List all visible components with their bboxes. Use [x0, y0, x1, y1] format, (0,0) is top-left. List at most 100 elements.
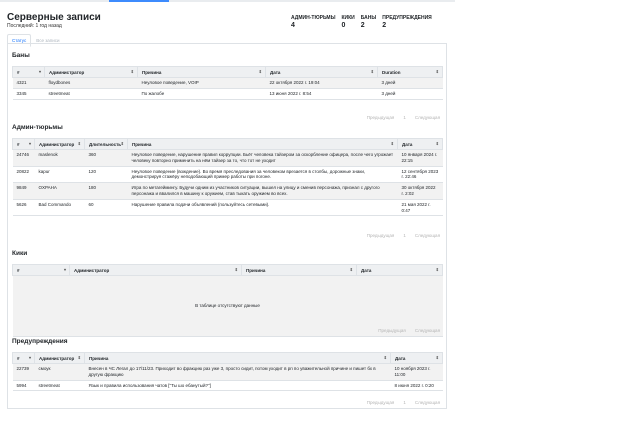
stat-label: ПРЕДУПРЕЖДЕНИЯ — [382, 15, 432, 21]
cell-id: 3345 — [12, 88, 45, 100]
column-header[interactable]: Дата ⇕ — [397, 138, 443, 150]
table-row: 4321 floydbones Неуловое поведение, VOIP… — [12, 77, 443, 89]
page-number[interactable]: 1 — [401, 233, 408, 238]
column-header[interactable]: Дата ⇕ — [356, 264, 443, 276]
next-page-button[interactable]: Следующая — [413, 115, 442, 120]
column-header[interactable]: Администратор ⇕ — [69, 264, 242, 276]
warnings-pager: Предыдущая 1 Следующая — [365, 400, 442, 405]
kicks-heading: Кики — [12, 250, 28, 257]
table-row: 5626 Bad Commando 60 Нарушение правила п… — [12, 199, 443, 217]
cell-duration: 3 дней — [377, 88, 443, 100]
sort-icon: ⇕ — [234, 267, 238, 272]
sort-icon: ⇕ — [349, 267, 353, 272]
table-row: 3345 streetmeat По жалобе 13 июня 2022 г… — [12, 88, 443, 100]
table-row: 24746 maslenok 360 Неуловое поведение, н… — [12, 149, 443, 167]
table-row: 9849 OXPAHA 180 Игра по метагеймингу. Бу… — [12, 182, 443, 200]
warnings-table: # ▾ Администратор ⇕ Причина ⇕ Дата ⇕ 22739 с… — [12, 352, 443, 392]
sort-icon: ⇕ — [258, 69, 262, 74]
table-row: 5994 streetmeat Язык и правила использов… — [12, 380, 443, 392]
cell-id: 5626 — [12, 199, 35, 217]
column-header[interactable]: Причина ⇕ — [241, 264, 357, 276]
sort-icon: ⇕ — [370, 69, 374, 74]
cell-admin: OXPAHA — [34, 182, 85, 200]
column-header[interactable]: Администратор ⇕ — [44, 66, 138, 78]
stat-value: 2 — [360, 22, 365, 29]
top-divider — [0, 0, 455, 2]
stats-summary: АДМИН-ТЮРЬМЫ 4 КИКИ 0 БАНЫ 2 ПРЕДУПРЕЖДЕНИЯ… — [291, 15, 432, 29]
column-header[interactable]: # ▾ — [12, 138, 35, 150]
prev-page-button[interactable]: Предыдущая — [365, 400, 397, 405]
cell-id: 24746 — [12, 149, 35, 167]
cell-admin: Bad Commando — [34, 199, 85, 217]
table-row: 20822 kapur 120 Неуловое поведение (вожд… — [12, 166, 443, 184]
sort-desc-icon: ▾ — [38, 69, 41, 74]
last-update-text: Последний: 1 год назад — [7, 23, 62, 29]
sort-icon: ⇕ — [435, 355, 439, 360]
next-page-button[interactable]: Следующая — [413, 400, 442, 405]
cell-admin: streetmeat — [34, 380, 85, 392]
page-number[interactable]: 1 — [401, 115, 408, 120]
column-header[interactable]: Администратор ⇕ — [34, 352, 85, 364]
sort-icon: ⇕ — [390, 141, 394, 146]
cell-date: 8 июня 2022 г. 0:20 — [390, 380, 443, 392]
column-header[interactable]: Администратор ⇕ — [34, 138, 85, 150]
cell-reason: Внесен в ЧС Легал до 17/11/23. Приходит … — [84, 363, 391, 381]
cell-admin: maslenok — [34, 149, 85, 167]
cell-id: 9849 — [12, 182, 35, 200]
column-header[interactable]: Причина ⇕ — [137, 66, 266, 78]
cell-reason: Неуловое поведение (вождение). Во время … — [127, 166, 398, 184]
table-row: 22739 смоук Внесен в ЧС Легал до 17/11/2… — [12, 363, 443, 381]
cell-duration: 360 — [84, 149, 128, 167]
cell-admin: смоук — [34, 363, 85, 381]
cell-id: 5994 — [12, 380, 35, 392]
prev-page-button[interactable]: Предыдущая — [365, 233, 397, 238]
cell-date: 22 октября 2022 г. 19:04 — [265, 77, 378, 89]
stat-value: 4 — [291, 22, 295, 29]
next-page-button[interactable]: Следующая — [413, 233, 442, 238]
sort-icon: ⇕ — [435, 267, 439, 272]
bans-heading: Баны — [12, 52, 30, 59]
stat-warnings: ПРЕДУПРЕЖДЕНИЯ 2 — [382, 15, 431, 29]
column-header[interactable]: Причина ⇕ — [84, 352, 391, 364]
sort-desc-icon: ▾ — [63, 267, 66, 272]
cell-admin: kapur — [34, 166, 85, 184]
column-header[interactable]: Дата ⇕ — [390, 352, 443, 364]
bans-table: # ▾ Администратор ⇕ Причина ⇕ Дата ⇕ Duratio… — [12, 66, 443, 100]
prev-page-button[interactable]: Предыдущая — [365, 115, 397, 120]
cell-duration: 3 дней — [377, 77, 443, 89]
cell-reason: Неуловое поведение, VOIP — [137, 77, 266, 89]
column-header[interactable]: Дата ⇕ — [265, 66, 378, 78]
sort-icon: ⇕ — [77, 355, 81, 360]
sort-icon: ⇕ — [77, 141, 81, 146]
kicks-pager: Предыдущая Следующая — [376, 328, 442, 333]
sort-icon: ⇕ — [383, 355, 387, 360]
sort-desc-icon: ▾ — [28, 141, 31, 146]
jails-heading: Админ-тюрьмы — [12, 124, 63, 131]
cell-duration: 120 — [84, 166, 128, 184]
cell-date: 10 ноября 2023 г. 11:00 — [390, 363, 443, 381]
cell-id: 20822 — [12, 166, 35, 184]
sort-icon: ⇕ — [435, 141, 439, 146]
column-header[interactable]: # ▾ — [12, 264, 70, 276]
column-header[interactable]: Duration ⇕ — [377, 66, 443, 78]
kicks-table: # ▾ Администратор ⇕ Причина ⇕ Дата ⇕ В табли… — [12, 264, 443, 337]
cell-id: 22739 — [12, 363, 35, 381]
column-header[interactable]: # ▾ — [12, 66, 45, 78]
bans-pager: Предыдущая 1 Следующая — [365, 115, 442, 120]
next-page-button[interactable]: Следующая — [413, 328, 442, 333]
column-header[interactable]: Причина ⇕ — [127, 138, 398, 150]
sort-icon: ⇕ — [435, 69, 439, 74]
records-panel: Баны # ▾ Администратор ⇕ Причина ⇕ Дата ⇕ Du… — [7, 43, 447, 409]
cell-date: 21 мая 2022 г. 0:47 — [397, 199, 443, 217]
stat-label: КИКИ — [341, 15, 355, 21]
column-header[interactable]: # ▾ — [12, 352, 35, 364]
prev-page-button[interactable]: Предыдущая — [376, 328, 408, 333]
sort-desc-icon: ▾ — [28, 355, 31, 360]
jails-table: # ▾ Администратор ⇕ Длительность ⇕ Причина ⇕… — [12, 138, 443, 217]
page-number[interactable]: 1 — [401, 400, 408, 405]
cell-admin: streetmeat — [44, 88, 138, 100]
column-header[interactable]: Длительность ⇕ — [84, 138, 128, 150]
cell-reason: Нарушение правила подачи объявлений (пол… — [127, 199, 398, 217]
cell-reason: Игра по метагеймингу. Будучи одним из уч… — [127, 182, 398, 200]
active-nav-indicator — [109, 0, 169, 2]
